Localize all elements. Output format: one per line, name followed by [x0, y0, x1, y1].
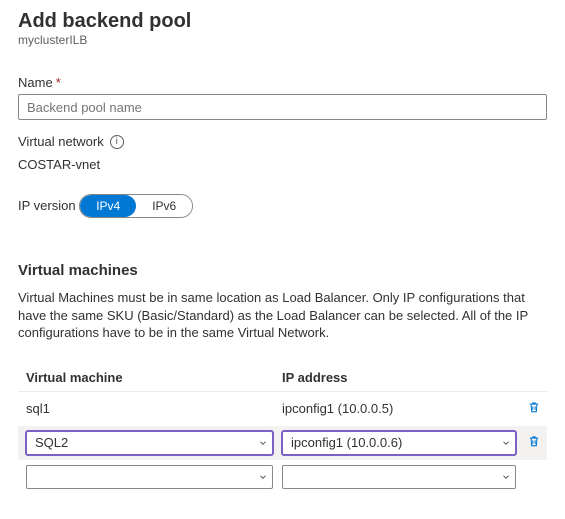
info-icon[interactable]: i	[110, 135, 124, 149]
vnet-value: COSTAR-vnet	[18, 157, 547, 172]
vm-table: Virtual machine IP address sql1 ipconfig…	[18, 364, 547, 494]
chevron-down-icon	[501, 472, 511, 482]
vm-select[interactable]	[26, 465, 273, 489]
vnet-label-text: Virtual network	[18, 134, 104, 149]
ip-select[interactable]: ipconfig1 (10.0.0.6)	[282, 431, 516, 455]
chevron-down-icon	[258, 438, 268, 448]
trash-icon	[527, 400, 541, 414]
table-row: sql1 ipconfig1 (10.0.0.5)	[18, 392, 547, 426]
vm-section-description: Virtual Machines must be in same locatio…	[18, 289, 547, 342]
name-label: Name *	[18, 75, 61, 90]
chevron-down-icon	[258, 472, 268, 482]
delete-row-button[interactable]	[527, 400, 541, 417]
vm-select-value: SQL2	[35, 435, 68, 450]
ip-select-value: ipconfig1 (10.0.0.6)	[291, 435, 402, 450]
trash-icon	[527, 434, 541, 448]
name-label-text: Name	[18, 75, 53, 90]
col-header-vm: Virtual machine	[18, 370, 278, 385]
vm-select[interactable]: SQL2	[26, 431, 273, 455]
delete-row-button[interactable]	[527, 434, 541, 451]
ipv4-option[interactable]: IPv4	[80, 195, 136, 217]
vnet-label: Virtual network i	[18, 134, 124, 149]
ipv6-option[interactable]: IPv6	[136, 195, 192, 217]
vm-name-cell: sql1	[26, 401, 50, 416]
backend-pool-name-input[interactable]	[18, 94, 547, 120]
required-asterisk: *	[56, 75, 61, 90]
page-title: Add backend pool	[18, 8, 547, 33]
ip-select[interactable]	[282, 465, 516, 489]
vm-section-heading: Virtual machines	[18, 262, 547, 279]
chevron-down-icon	[501, 438, 511, 448]
col-header-ip: IP address	[278, 370, 521, 385]
resource-subtitle: myclusterILB	[18, 33, 547, 47]
ip-version-toggle[interactable]: IPv4 IPv6	[79, 194, 193, 218]
ip-version-label: IP version	[18, 198, 76, 213]
ip-cell: ipconfig1 (10.0.0.5)	[282, 401, 393, 416]
table-row	[18, 460, 547, 494]
table-row: SQL2 ipconfig1 (10.0.0.6)	[18, 426, 547, 460]
